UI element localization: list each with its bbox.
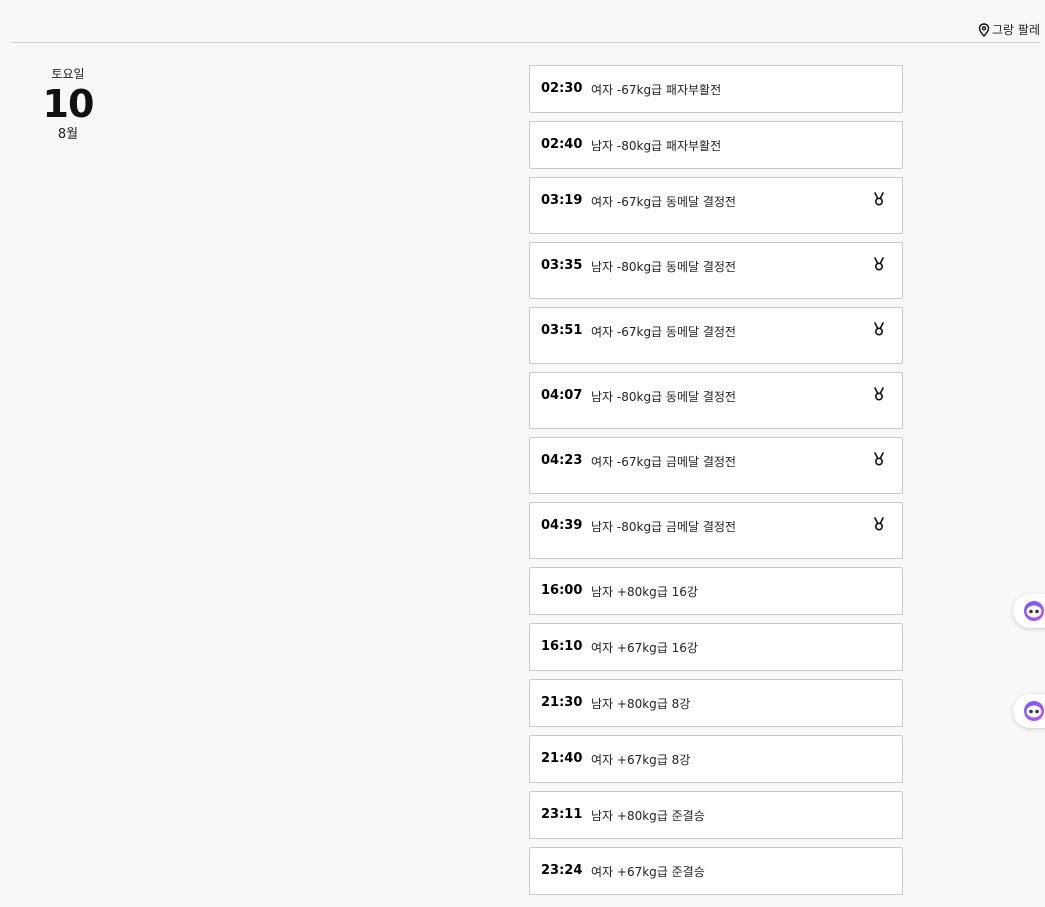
day-number: 10: [42, 82, 95, 126]
event-time: 04:39: [541, 518, 583, 533]
event-time: 23:11: [541, 807, 583, 822]
event-item[interactable]: 21:30 남자 +80kg급 8강: [529, 679, 903, 727]
schedule-page: 그랑 팔레 토요일 10 8월 02:30 여자 -67kg급 패자부활전 02:4…: [0, 0, 1045, 907]
event-title: 여자 -67kg급 동메달 결정전: [591, 195, 736, 209]
event-title: 여자 -67kg급 패자부활전: [591, 83, 722, 97]
event-title: 남자 +80kg급 8강: [591, 697, 691, 711]
event-item[interactable]: 16:10 여자 +67kg급 16강: [529, 623, 903, 671]
date-block: 토요일 10 8월: [34, 66, 102, 144]
event-time: 16:00: [541, 583, 583, 598]
event-title: 남자 -80kg급 패자부활전: [591, 139, 722, 153]
event-time: 23:24: [541, 863, 583, 878]
event-title: 남자 +80kg급 16강: [591, 585, 698, 599]
medal-icon: [873, 321, 885, 336]
event-time: 21:30: [541, 695, 583, 710]
assistant-button-2[interactable]: [1013, 694, 1045, 728]
event-item[interactable]: 02:40 남자 -80kg급 패자부활전: [529, 121, 903, 169]
venue-name: 그랑 팔레: [992, 23, 1040, 37]
event-time: 02:30: [541, 81, 583, 96]
medal-icon: [873, 256, 885, 271]
map-pin-icon: [978, 22, 990, 37]
event-title: 여자 -67kg급 금메달 결정전: [591, 455, 736, 469]
event-item[interactable]: 21:40 여자 +67kg급 8강: [529, 735, 903, 783]
event-title: 여자 +67kg급 16강: [591, 641, 698, 655]
medal-icon: [873, 386, 885, 401]
event-item[interactable]: 02:30 여자 -67kg급 패자부활전: [529, 65, 903, 113]
event-item[interactable]: 03:51 여자 -67kg급 동메달 결정전: [529, 307, 903, 364]
medal-icon: [873, 191, 885, 206]
event-title: 여자 +67kg급 8강: [591, 753, 691, 767]
event-item[interactable]: 04:23 여자 -67kg급 금메달 결정전: [529, 437, 903, 494]
assistant-bot-icon: [1024, 601, 1044, 621]
event-item[interactable]: 04:07 남자 -80kg급 동메달 결정전: [529, 372, 903, 429]
event-item[interactable]: 23:11 남자 +80kg급 준결승: [529, 791, 903, 839]
event-item[interactable]: 03:35 남자 -80kg급 동메달 결정전: [529, 242, 903, 299]
event-time: 04:23: [541, 453, 583, 468]
assistant-button[interactable]: [1013, 594, 1045, 628]
event-title: 남자 -80kg급 금메달 결정전: [591, 520, 736, 534]
event-title: 여자 +67kg급 준결승: [591, 865, 705, 879]
event-time: 21:40: [541, 751, 583, 766]
event-item[interactable]: 04:39 남자 -80kg급 금메달 결정전: [529, 502, 903, 559]
event-title: 여자 -67kg급 동메달 결정전: [591, 325, 736, 339]
event-item[interactable]: 23:24 여자 +67kg급 준결승: [529, 847, 903, 895]
event-time: 03:35: [541, 258, 583, 273]
month-label: 8월: [57, 127, 79, 142]
event-list: 02:30 여자 -67kg급 패자부활전 02:40 남자 -80kg급 패자부활전…: [529, 65, 903, 903]
event-time: 16:10: [541, 639, 583, 654]
event-title: 남자 -80kg급 동메달 결정전: [591, 390, 736, 404]
event-title: 남자 -80kg급 동메달 결정전: [591, 260, 736, 274]
event-title: 남자 +80kg급 준결승: [591, 809, 705, 823]
assistant-bot-icon: [1024, 701, 1044, 721]
event-item[interactable]: 16:00 남자 +80kg급 16강: [529, 567, 903, 615]
event-item[interactable]: 03:19 여자 -67kg급 동메달 결정전: [529, 177, 903, 234]
event-time: 04:07: [541, 388, 583, 403]
event-time: 03:19: [541, 193, 583, 208]
venue-link[interactable]: 그랑 팔레: [978, 21, 1040, 38]
medal-icon: [873, 516, 885, 531]
event-time: 02:40: [541, 137, 583, 152]
medal-icon: [873, 451, 885, 466]
weekday-label: 토요일: [51, 67, 85, 81]
venue-header: 그랑 팔레: [11, 0, 1040, 43]
event-time: 03:51: [541, 323, 583, 338]
